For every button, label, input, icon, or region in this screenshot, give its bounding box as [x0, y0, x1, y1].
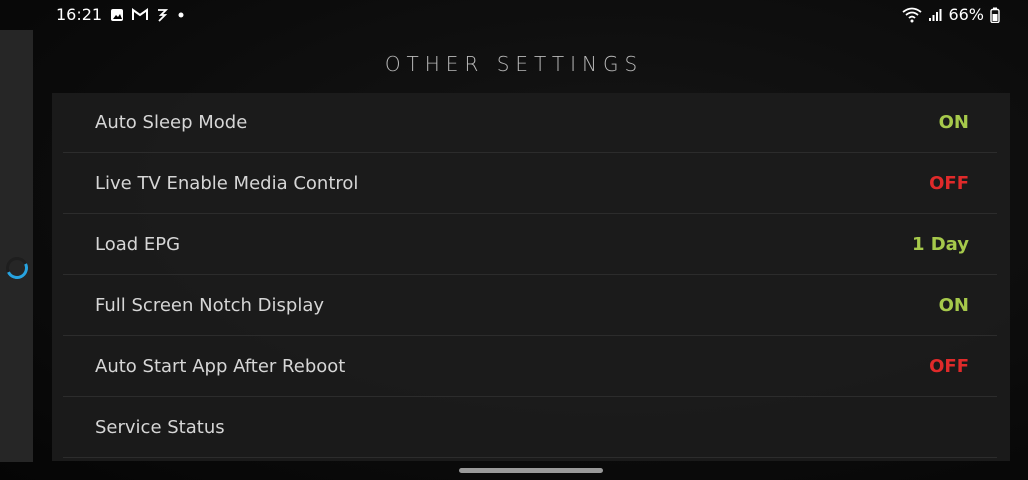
page-title: OTHER SETTINGS [384, 52, 644, 76]
setting-value: OFF [929, 173, 969, 194]
setting-label: Load EPG [95, 234, 181, 255]
setting-value: 1 Day [911, 234, 969, 255]
battery-percentage: 66% [948, 5, 984, 24]
setting-label: Auto Start App After Reboot [95, 356, 346, 377]
home-indicator[interactable] [459, 468, 603, 473]
power-save-icon [156, 8, 169, 22]
dot-icon [176, 10, 186, 20]
status-bar-right: 66% [902, 5, 1000, 24]
loading-spinner-icon [2, 253, 32, 283]
status-bar: 16:21 66% [0, 0, 1028, 30]
setting-label: Service Status [95, 417, 225, 438]
setting-label: Live TV Enable Media Control [95, 173, 359, 194]
app-screen: 16:21 66% OTHER SETTINGS Auto Sleep Mode… [0, 0, 1028, 480]
gmail-icon [132, 8, 149, 21]
setting-row-auto-start-after-reboot[interactable]: Auto Start App After Reboot OFF [63, 337, 997, 397]
status-time: 16:21 [56, 5, 103, 24]
setting-value: ON [938, 112, 969, 133]
setting-row-live-tv-media-control[interactable]: Live TV Enable Media Control OFF [63, 154, 997, 214]
setting-row-full-screen-notch[interactable]: Full Screen Notch Display ON [63, 276, 997, 336]
status-bar-left: 16:21 [56, 5, 186, 24]
gallery-icon [110, 8, 124, 22]
signal-icon [928, 8, 942, 22]
setting-value: ON [938, 295, 969, 316]
battery-icon [990, 7, 1000, 23]
setting-value: OFF [929, 356, 969, 377]
setting-row-service-status[interactable]: Service Status [63, 398, 997, 458]
settings-list: Auto Sleep Mode ON Live TV Enable Media … [52, 93, 1010, 461]
wifi-icon [902, 7, 922, 23]
setting-label: Auto Sleep Mode [95, 112, 248, 133]
setting-row-auto-sleep-mode[interactable]: Auto Sleep Mode ON [63, 93, 997, 153]
setting-row-load-epg[interactable]: Load EPG 1 Day [63, 215, 997, 275]
setting-label: Full Screen Notch Display [95, 295, 325, 316]
side-panel [0, 30, 33, 462]
